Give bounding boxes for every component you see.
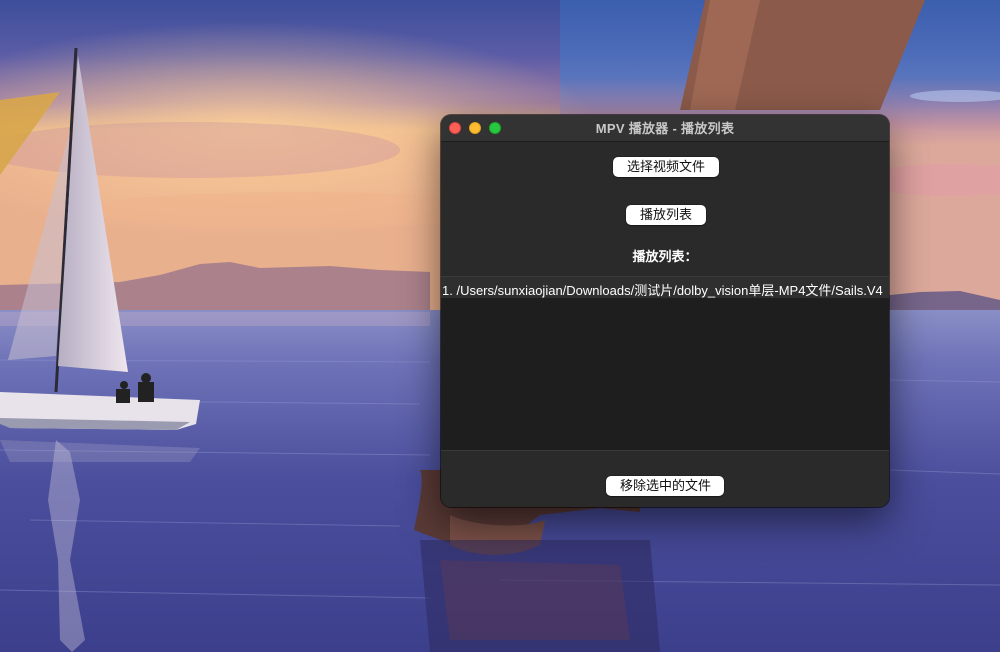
window-title: MPV 播放器 - 播放列表 [595,121,735,136]
desktop: MPV 播放器 - 播放列表 选择视频文件 播放列表 播放列表： 1. /Use… [0,0,1000,652]
playlist-button[interactable]: 播放列表 [626,205,706,225]
mpv-window: MPV 播放器 - 播放列表 选择视频文件 播放列表 播放列表： 1. /Use… [441,115,889,507]
list-item[interactable]: 1. /Users/sunxiaojian/Downloads/测试片/dolb… [441,277,889,298]
title-bar[interactable]: MPV 播放器 - 播放列表 [441,115,889,142]
playlist-listbox[interactable]: 1. /Users/sunxiaojian/Downloads/测试片/dolb… [441,276,889,451]
window-content: 选择视频文件 播放列表 播放列表： 1. /Users/sunxiaojian/… [441,142,889,507]
list-item-text: 1. /Users/sunxiaojian/Downloads/测试片/dolb… [442,283,883,298]
playlist-label: 播放列表： [632,249,698,264]
select-video-button[interactable]: 选择视频文件 [613,157,719,177]
remove-selected-button[interactable]: 移除选中的文件 [606,476,724,496]
